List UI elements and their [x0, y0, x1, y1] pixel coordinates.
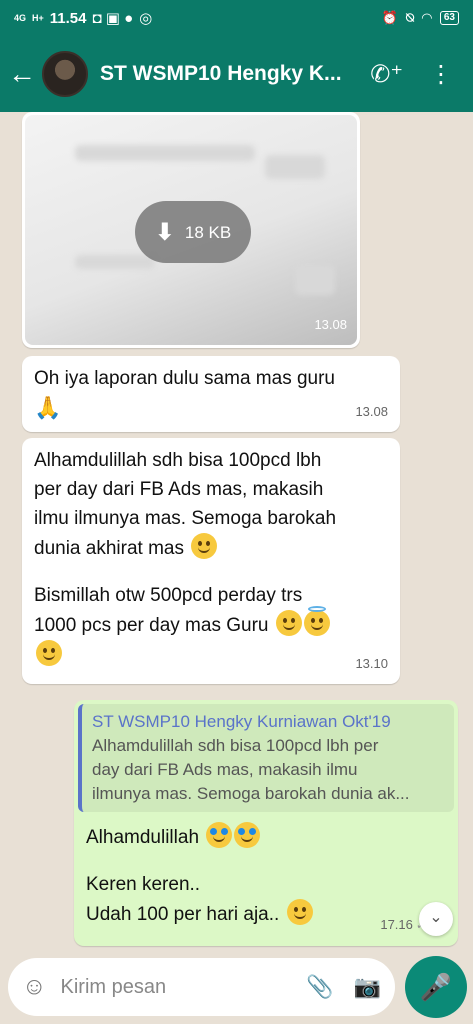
- status-time: 11.54: [49, 9, 87, 27]
- smile-emoji: [191, 533, 218, 559]
- status-bar: 4G H+ 11.54 ◘ ▣ ● ◎ ⏰ ⍉ ◠ 63: [0, 0, 473, 36]
- party-emoji: [36, 640, 62, 666]
- avatar[interactable]: [42, 51, 88, 97]
- wifi-icon: ◠: [421, 10, 432, 25]
- scroll-down-button[interactable]: ⌄: [419, 902, 453, 936]
- battery-indicator: 63: [439, 11, 459, 25]
- message-time: 13.08: [355, 404, 388, 419]
- chat-area[interactable]: ⬇ 18 KB 13.08 Oh iya laporan dulu sama m…: [0, 112, 473, 952]
- download-button[interactable]: ⬇ 18 KB: [135, 201, 251, 263]
- star-struck-emoji: [234, 822, 261, 848]
- mute-icon: ⍉: [406, 10, 414, 25]
- message-line: dunia akhirat mas: [34, 538, 184, 559]
- quote-line: ilmunya mas. Semoga barokah dunia ak...: [92, 784, 410, 803]
- attach-icon[interactable]: 📎: [306, 974, 333, 1000]
- chat-header: ← ST WSMP10 Hengky K... ✆⁺ ⋮: [0, 36, 473, 112]
- grin-emoji: [286, 899, 313, 925]
- message-input-bar[interactable]: ☺ Kirim pesan 📎 📷: [8, 958, 395, 1016]
- mic-icon: 🎤: [419, 971, 453, 1002]
- smile-emoji: [275, 610, 302, 636]
- incoming-message: Alhamdulillah sdh bisa 100pcd lbh per da…: [22, 438, 400, 684]
- quoted-message[interactable]: ST WSMP10 Hengky Kurniawan Okt'19 Alhamd…: [78, 704, 454, 812]
- camera-icon[interactable]: 📷: [354, 974, 381, 1000]
- message-line: Bismillah otw 500pcd perday trs: [34, 585, 303, 606]
- message-line: Keren keren..: [86, 874, 201, 895]
- quote-line: day dari FB Ads mas, makasih ilmu: [92, 760, 358, 779]
- add-call-icon[interactable]: ✆⁺: [370, 60, 403, 89]
- network-type-2: H+: [32, 12, 44, 23]
- alarm-icon: ⏰: [381, 10, 399, 25]
- message-line: 1000 pcs per day mas Guru: [34, 615, 269, 636]
- blurred-image[interactable]: ⬇ 18 KB 13.08: [25, 115, 357, 345]
- chevron-double-down-icon: ⌄: [429, 909, 443, 926]
- image-message[interactable]: ⬇ 18 KB 13.08: [22, 112, 360, 348]
- chat-title[interactable]: ST WSMP10 Hengky K...: [100, 62, 360, 86]
- message-line: Alhamdulillah sdh bisa 100pcd lbh: [34, 450, 322, 471]
- message-line: Alhamdulillah: [86, 827, 200, 848]
- download-icon: ⬇: [154, 218, 175, 246]
- mic-button[interactable]: 🎤: [405, 956, 467, 1018]
- message-text: Oh iya laporan dulu sama mas guru: [34, 368, 335, 389]
- message-time: 13.08: [314, 317, 347, 332]
- notification-icons: ◘ ▣ ●: [92, 10, 134, 27]
- quote-line: Alhamdulillah sdh bisa 100pcd lbh per: [92, 736, 379, 755]
- emoji-icon[interactable]: ☺: [22, 973, 47, 1001]
- quote-sender: ST WSMP10 Hengky Kurniawan Okt'19: [92, 712, 391, 731]
- more-vert-icon[interactable]: ⋮: [429, 60, 453, 89]
- message-input[interactable]: Kirim pesan: [61, 976, 307, 999]
- message-time: 13.10: [355, 656, 388, 671]
- network-type: 4G: [14, 12, 27, 23]
- file-size: 18 KB: [184, 222, 232, 242]
- outgoing-message: ST WSMP10 Hengky Kurniawan Okt'19 Alhamd…: [74, 700, 458, 946]
- message-line: ilmu ilmunya mas. Semoga barokah: [34, 508, 337, 529]
- message-line: per day dari FB Ads mas, makasih: [34, 479, 324, 500]
- pray-emoji: 🙏: [34, 395, 62, 420]
- halo-emoji: [303, 606, 330, 636]
- incoming-message: Oh iya laporan dulu sama mas guru 🙏 13.0…: [22, 356, 400, 432]
- arrow-left-icon[interactable]: ←: [2, 58, 42, 90]
- star-struck-emoji: [206, 822, 233, 848]
- message-line: Udah 100 per hari aja..: [86, 904, 280, 925]
- whatsapp-icon: ◎: [139, 10, 153, 27]
